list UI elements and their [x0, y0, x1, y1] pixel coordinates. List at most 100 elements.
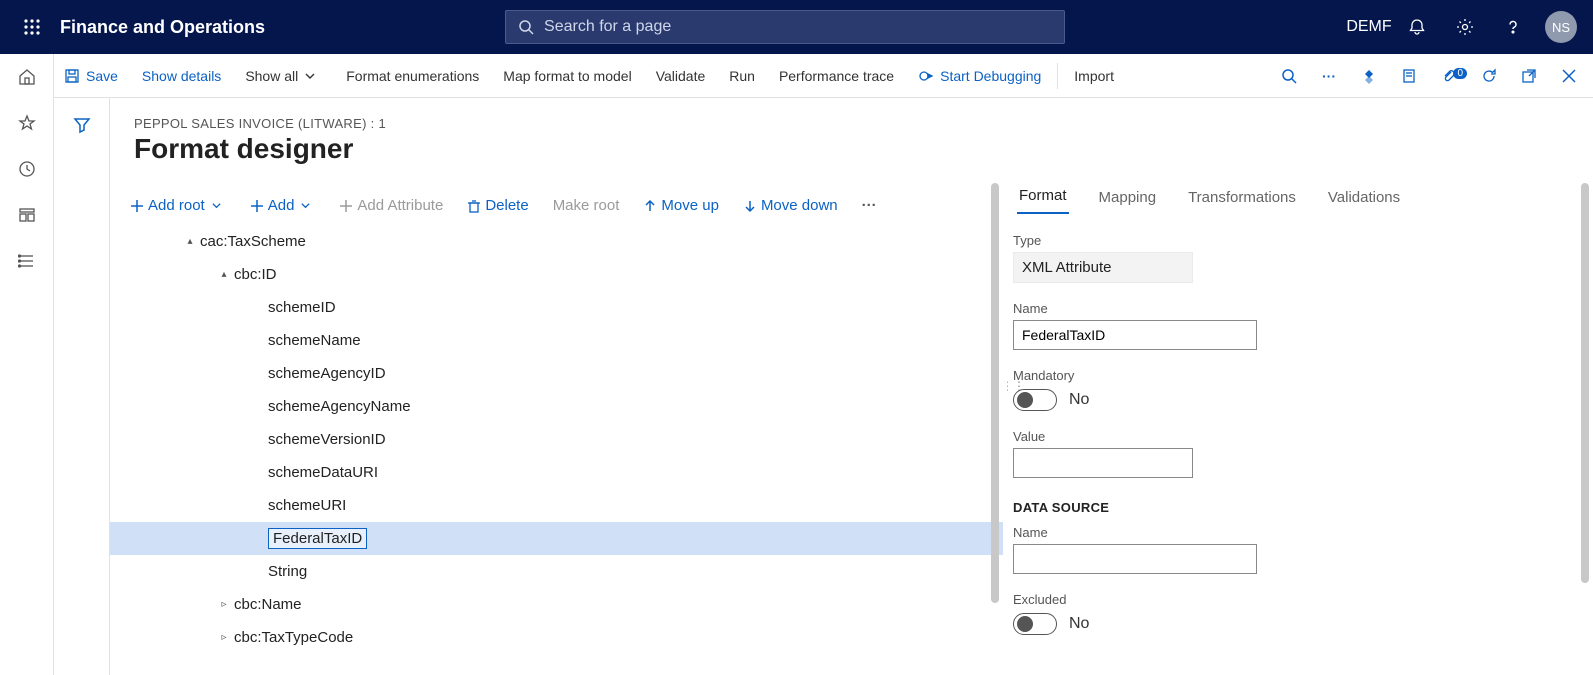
plus-icon [130, 199, 144, 213]
favorites-icon[interactable] [0, 100, 53, 146]
action-bar: Save Show details Show all Format enumer… [0, 54, 1593, 98]
app-title: Finance and Operations [60, 17, 265, 38]
run-button[interactable]: Run [717, 54, 767, 97]
value-input[interactable] [1013, 448, 1193, 478]
validate-button[interactable]: Validate [644, 54, 718, 97]
filter-column [54, 98, 110, 675]
tree-node[interactable]: schemeDataURI [110, 456, 1003, 489]
chevron-down-icon [300, 200, 311, 211]
move-up-button[interactable]: Move up [631, 197, 731, 214]
mandatory-label: Mandatory [1013, 368, 1573, 383]
close-icon[interactable] [1549, 69, 1589, 83]
arrow-up-icon [643, 199, 657, 213]
popout-icon[interactable] [1509, 68, 1549, 84]
user-avatar[interactable]: NS [1537, 11, 1585, 43]
tree-overflow-icon[interactable]: ··· [850, 197, 889, 214]
recent-icon[interactable] [0, 146, 53, 192]
make-root-button: Make root [541, 197, 632, 214]
properties-pane: ⋮⋮ Format Mapping Transformations Valida… [1003, 179, 1593, 675]
tree-node[interactable]: ▴cac:TaxScheme [110, 225, 1003, 258]
data-source-section: DATA SOURCE [1013, 500, 1573, 515]
plus-icon [250, 199, 264, 213]
tree-node[interactable]: String [110, 555, 1003, 588]
excluded-label: Excluded [1013, 592, 1573, 607]
format-enumerations-button[interactable]: Format enumerations [334, 54, 491, 97]
import-button[interactable]: Import [1062, 54, 1126, 97]
save-icon [64, 68, 80, 84]
settings-icon[interactable] [1441, 18, 1489, 36]
tree-node[interactable]: schemeURI [110, 489, 1003, 522]
format-tree: Add root Add Add Attribute Delete [110, 179, 1003, 675]
tab-format[interactable]: Format [1017, 187, 1069, 214]
performance-trace-button[interactable]: Performance trace [767, 54, 906, 97]
top-bar: Finance and Operations Search for a page… [0, 0, 1593, 54]
diamond-icon[interactable] [1349, 68, 1389, 84]
ds-name-label: Name [1013, 525, 1573, 540]
trash-icon [467, 199, 481, 213]
add-attribute-button: Add Attribute [327, 197, 455, 214]
tree-node[interactable]: ▹cbc:TaxTypeCode [110, 621, 1003, 654]
refresh-icon[interactable] [1469, 68, 1509, 84]
excluded-value: No [1069, 615, 1089, 633]
search-icon [518, 19, 534, 35]
help-icon[interactable] [1489, 18, 1537, 36]
tab-transformations[interactable]: Transformations [1186, 189, 1298, 214]
tree-scrollbar[interactable] [991, 183, 999, 603]
tab-validations[interactable]: Validations [1326, 189, 1402, 214]
notifications-icon[interactable] [1393, 18, 1441, 36]
save-button[interactable]: Save [52, 54, 130, 97]
show-details-button[interactable]: Show details [130, 54, 233, 97]
chevron-down-icon [211, 200, 222, 211]
add-root-button[interactable]: Add root [118, 197, 238, 214]
home-icon[interactable] [0, 54, 53, 100]
add-button[interactable]: Add [238, 197, 328, 214]
type-label: Type [1013, 233, 1573, 248]
plus-icon [339, 199, 353, 213]
modules-icon[interactable] [0, 238, 53, 284]
left-nav-rail [0, 54, 54, 675]
tab-mapping[interactable]: Mapping [1097, 189, 1159, 214]
document-icon[interactable] [1389, 68, 1429, 84]
tree-node-selected[interactable]: FederalTaxID [110, 522, 1003, 555]
tree-node[interactable]: ▹cbc:Name [110, 588, 1003, 621]
start-debugging-button[interactable]: Start Debugging [906, 54, 1053, 97]
app-launcher-icon[interactable] [8, 18, 56, 36]
move-down-button[interactable]: Move down [731, 197, 850, 214]
mandatory-value: No [1069, 391, 1089, 409]
name-label: Name [1013, 301, 1573, 316]
tree-node[interactable]: schemeName [110, 324, 1003, 357]
company-picker[interactable]: DEMF [1345, 18, 1393, 36]
workspaces-icon[interactable] [0, 192, 53, 238]
arrow-down-icon [743, 199, 757, 213]
gear-play-icon [918, 68, 934, 84]
filter-icon[interactable] [73, 116, 91, 675]
properties-scrollbar[interactable] [1581, 183, 1589, 583]
global-search[interactable]: Search for a page [505, 10, 1065, 44]
tree-node[interactable]: schemeVersionID [110, 423, 1003, 456]
show-all-button[interactable]: Show all [233, 54, 334, 97]
main-area: PEPPOL SALES INVOICE (LITWARE) : 1 Forma… [54, 98, 1593, 675]
mandatory-toggle[interactable] [1013, 389, 1057, 411]
name-input[interactable] [1013, 320, 1257, 350]
type-value: XML Attribute [1013, 252, 1193, 283]
map-format-button[interactable]: Map format to model [491, 54, 643, 97]
tree-node[interactable]: schemeID [110, 291, 1003, 324]
attachments-icon[interactable]: 0 [1429, 68, 1469, 84]
more-actions-icon[interactable]: ··· [1309, 68, 1349, 84]
expand-icon[interactable]: ▹ [214, 632, 234, 643]
tree-node[interactable]: schemeAgencyID [110, 357, 1003, 390]
action-search-icon[interactable] [1269, 68, 1309, 84]
delete-button[interactable]: Delete [455, 197, 540, 214]
tree-node[interactable]: schemeAgencyName [110, 390, 1003, 423]
collapse-icon[interactable]: ▴ [214, 269, 234, 280]
breadcrumb: PEPPOL SALES INVOICE (LITWARE) : 1 [110, 98, 1593, 133]
properties-tabs: Format Mapping Transformations Validatio… [1013, 179, 1573, 215]
ds-name-input[interactable] [1013, 544, 1257, 574]
chevron-down-icon [304, 70, 316, 82]
collapse-icon[interactable]: ▴ [180, 236, 200, 247]
excluded-toggle[interactable] [1013, 613, 1057, 635]
page-title: Format designer [110, 133, 1593, 179]
tree-node[interactable]: ▴cbc:ID [110, 258, 1003, 291]
expand-icon[interactable]: ▹ [214, 599, 234, 610]
search-placeholder: Search for a page [544, 18, 671, 36]
